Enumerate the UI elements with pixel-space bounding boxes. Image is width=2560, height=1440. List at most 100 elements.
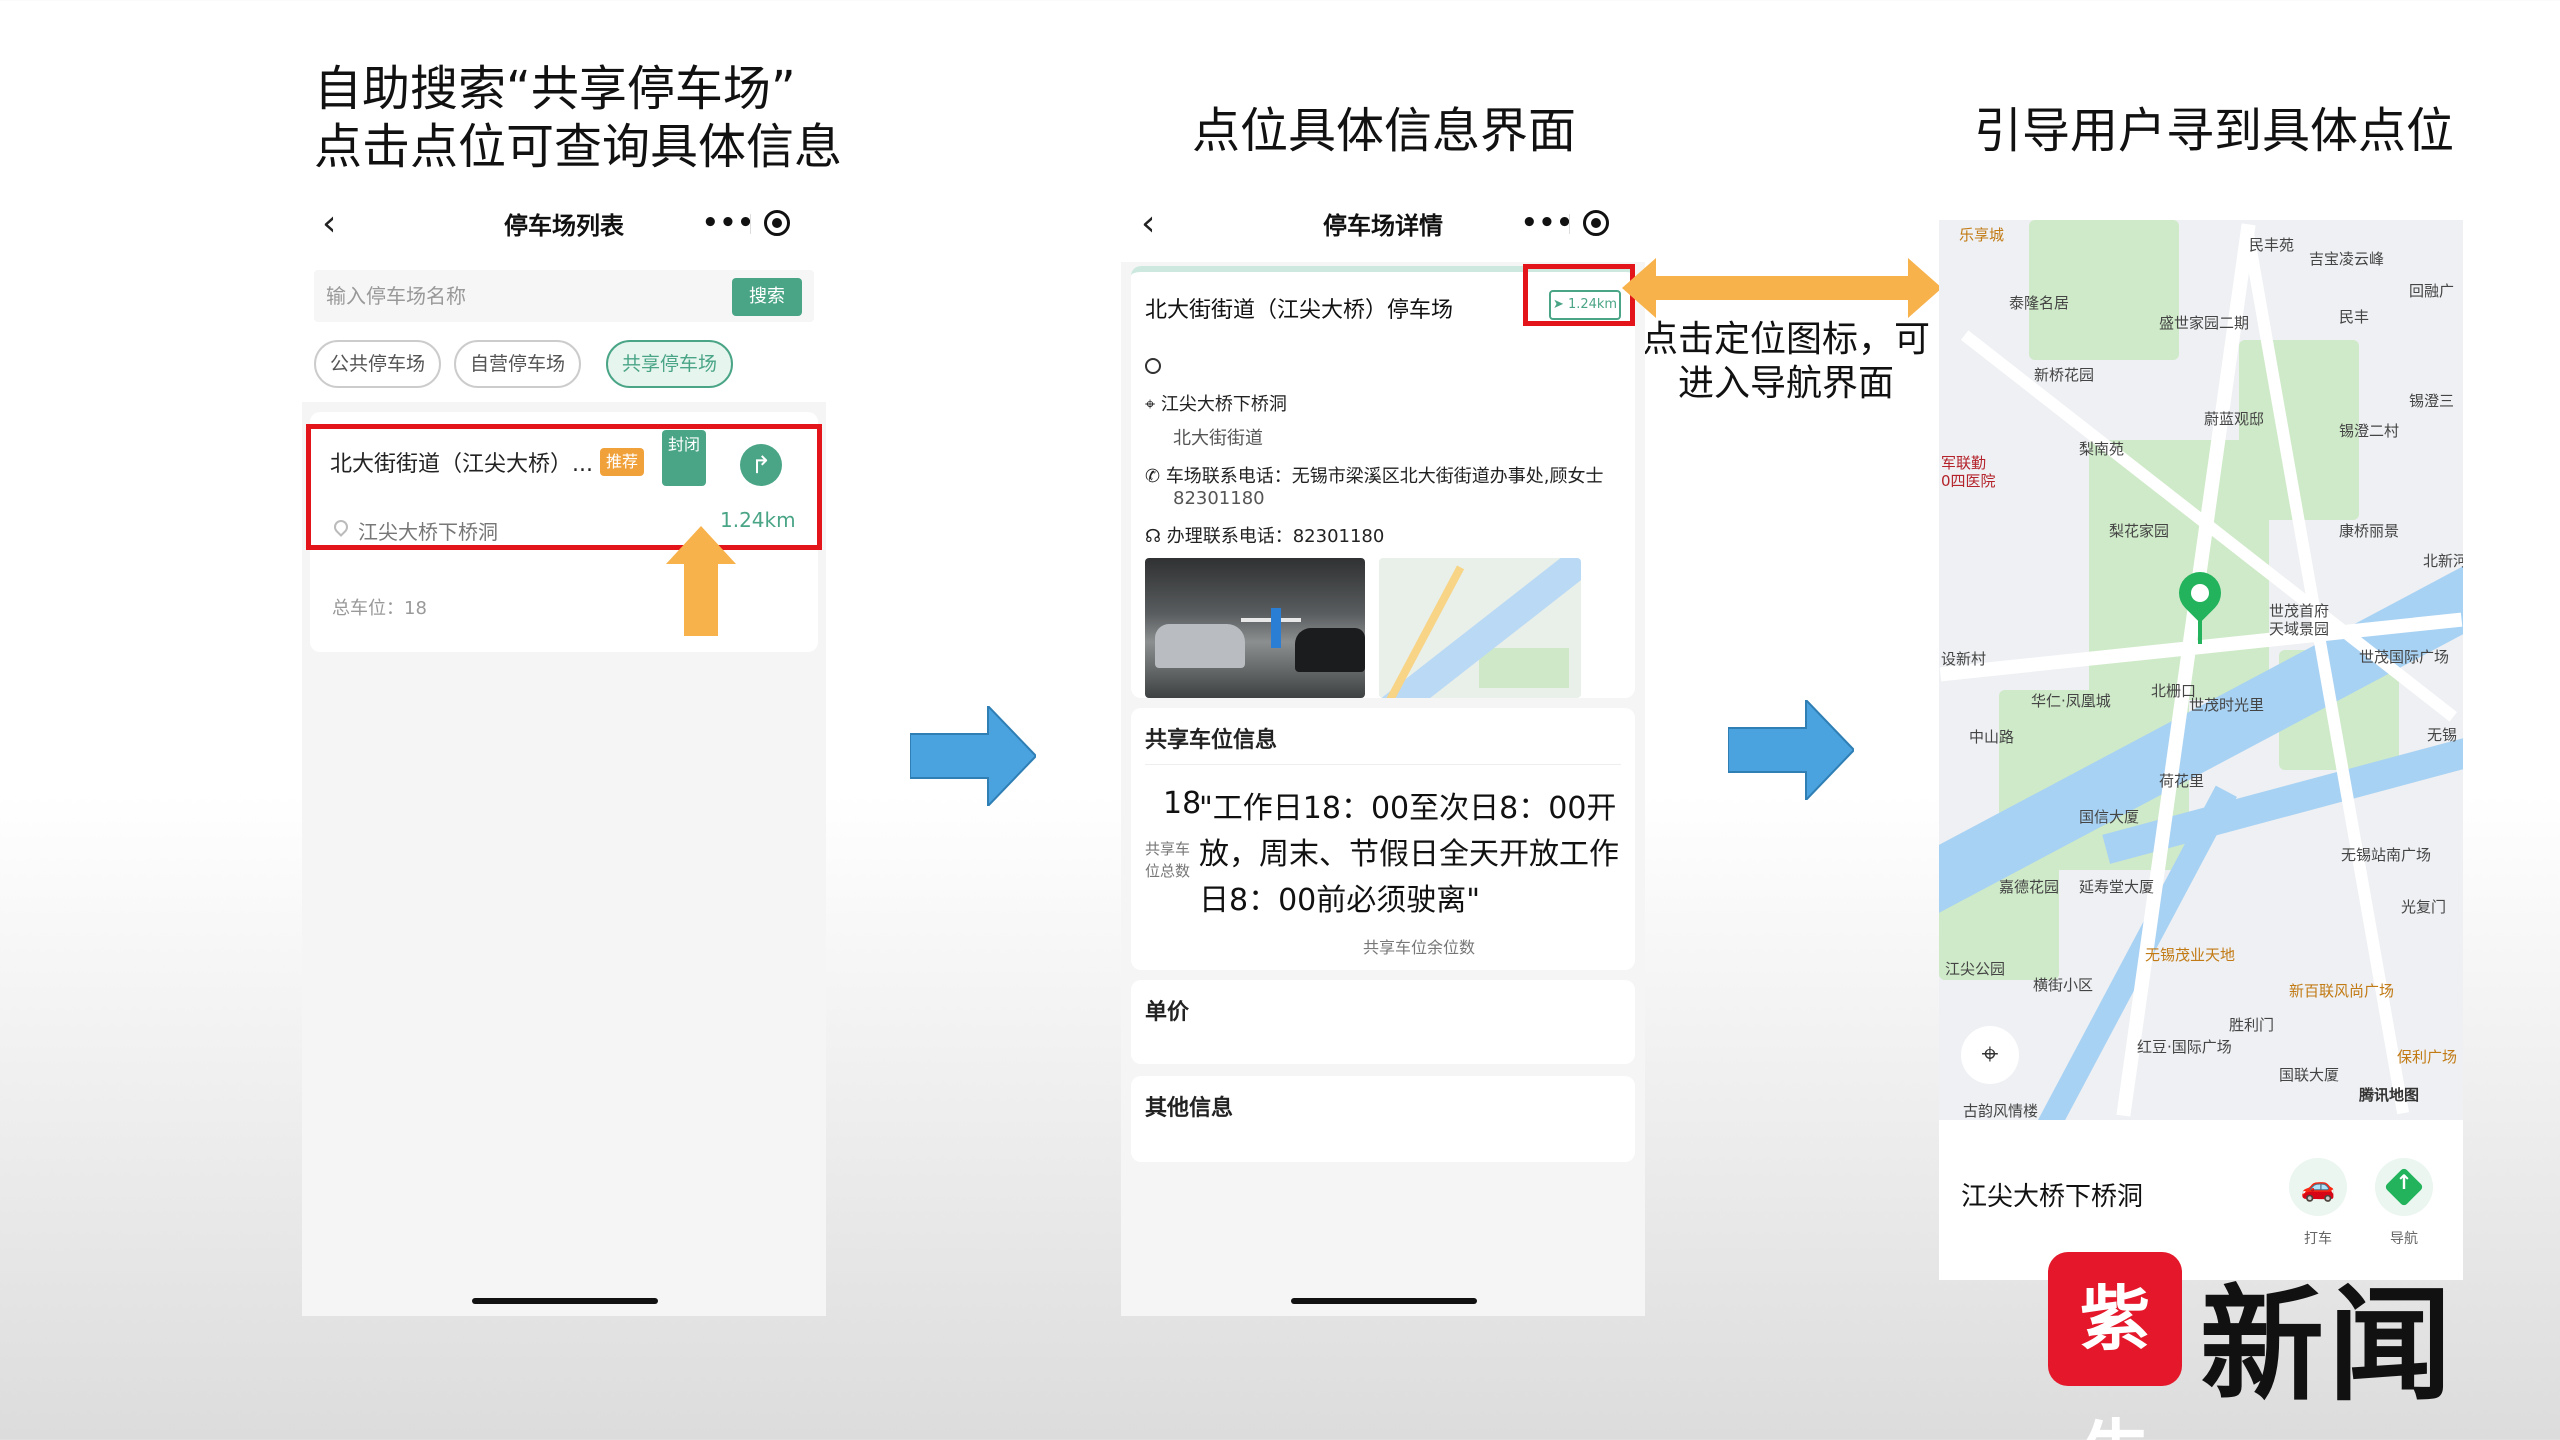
contact-line: ✆ 车场联系电话：无锡市梁溪区北大街街道办事处,顾女士: [1145, 462, 1604, 488]
section-title: 单价: [1145, 1000, 1190, 1025]
map-label: 蔚蓝观邸: [2204, 410, 2265, 428]
map-brand: 腾讯地图: [2359, 1086, 2420, 1104]
shared-space-card: 共享车位信息 18 "工作日18：00至次日8：00开放，周末、节假日全天开放工…: [1131, 708, 1635, 970]
search-area: 搜索 公共停车场 自营停车场 共享停车场: [302, 262, 826, 402]
map-label: 天域景园: [2269, 620, 2330, 638]
car-shape: [1155, 624, 1245, 668]
watermark: 紫牛 新闻: [2048, 1252, 2468, 1440]
destination-name: 江尖大桥下桥洞: [1961, 1182, 2144, 1212]
capsule-divider: [750, 214, 751, 234]
right-arrow-icon: [910, 706, 1036, 806]
step1-caption-line2: 点击点位可查询具体信息: [314, 119, 843, 175]
park-shape: [1479, 648, 1569, 688]
locate-me-icon[interactable]: ⌖: [1961, 1026, 2019, 1084]
map-thumbnail[interactable]: [1379, 558, 1581, 698]
shared-total-count: 18: [1163, 786, 1202, 821]
home-indicator: [1291, 1298, 1477, 1304]
map-label: 民丰苑: [2249, 236, 2295, 254]
park-area: [2029, 220, 2179, 360]
map-canvas[interactable]: 乐享城 民丰苑 吉宝凌云峰 泰隆名居 盛世家园二期 民丰 回融广 新桥花园 锡澄…: [1939, 220, 2463, 1120]
section-title: 其他信息: [1145, 1096, 1234, 1121]
map-label: 嘉德花园: [1999, 878, 2060, 896]
filter-shared[interactable]: 共享停车场: [606, 340, 734, 388]
navigate-button[interactable]: [2375, 1158, 2433, 1216]
map-label: 新桥花园: [2034, 366, 2095, 384]
screen-parking-list: ‹ 停车场列表 ••• 搜索 公共停车场 自营停车场 共享停车场 北大街街道（江…: [302, 186, 826, 1316]
shared-total-label: 共享车位总数: [1145, 840, 1191, 880]
right-arrow-icon: [1728, 700, 1854, 800]
section-title: 共享车位信息: [1145, 728, 1278, 753]
map-label: 锡澄三: [2409, 392, 2455, 410]
lot-name: 北大街街道（江尖大桥）停车场: [1145, 298, 1454, 323]
office-phone-line: ☊ 办理联系电话：82301180: [1145, 522, 1384, 548]
map-label: 红豆·国际广场: [2137, 1038, 2232, 1056]
contact-phone: 82301180: [1173, 488, 1265, 509]
map-label: 0四医院: [1941, 472, 1996, 490]
more-icon[interactable]: •••: [1521, 208, 1574, 238]
map-label: 康桥丽景: [2339, 522, 2400, 540]
navbar: ‹ 停车场列表 •••: [302, 186, 826, 262]
address-line: ⌖ 江尖大桥下桥洞: [1145, 390, 1287, 416]
miniprogram-capsule[interactable]: •••: [684, 202, 814, 246]
map-label: 世茂国际广场: [2359, 648, 2450, 666]
map-label: 无锡站南广场: [2341, 846, 2432, 864]
map-label: 国信大厦: [2079, 808, 2140, 826]
phone-icon: ✆: [1145, 466, 1166, 487]
close-target-icon[interactable]: [1583, 210, 1609, 236]
total-spaces: 总车位：18: [332, 598, 427, 619]
map-label: 吉宝凌云峰: [2309, 250, 2385, 268]
map-label: 回融广: [2409, 282, 2455, 300]
map-label: 古韵风情楼: [1963, 1102, 2039, 1120]
search-input[interactable]: [326, 278, 706, 314]
nav-note: 点击定位图标，可进入导航界面: [1641, 319, 1930, 404]
lot-photo[interactable]: [1145, 558, 1365, 698]
price-card: 单价: [1131, 980, 1635, 1064]
shared-schedule: "工作日18：00至次日8：00开放，周末、节假日全天开放工作日8：00前必须驶…: [1199, 791, 1619, 918]
lot-info-card: 北大街街道（江尖大桥）停车场 ➤ 1.24km ⌖ 江尖大桥下桥洞 北大街街道 …: [1131, 266, 1635, 698]
destination-pin-stem: [2198, 610, 2202, 644]
up-arrow-icon: [666, 526, 736, 636]
map-label: 国联大厦: [2279, 1066, 2340, 1084]
filter-self-operated[interactable]: 自营停车场: [454, 340, 582, 388]
map-label: 光复门: [2401, 898, 2447, 916]
map-label: 保利广场: [2397, 1048, 2458, 1066]
step1-caption: 自助搜索“共享停车场” 点击点位可查询具体信息: [314, 60, 842, 176]
map-label: 荷花里: [2159, 772, 2205, 790]
map-label: 江尖公园: [1945, 960, 2006, 978]
headset-icon: ☊: [1145, 526, 1167, 547]
map-label: 民丰: [2339, 308, 2370, 326]
shared-remaining-label: 共享车位余位数: [1363, 938, 1476, 957]
map-label: 延寿堂大厦: [2079, 878, 2155, 896]
navbar: ‹ 停车场详情 •••: [1121, 186, 1645, 262]
close-target-icon[interactable]: [764, 210, 790, 236]
car-icon: 🚗: [2300, 1170, 2336, 1203]
map-label: 梨南苑: [2079, 440, 2125, 458]
step3-caption: 引导用户寻到具体点位: [1974, 103, 2455, 159]
miniprogram-capsule[interactable]: •••: [1503, 202, 1633, 246]
address: 江尖大桥下桥洞: [1160, 394, 1287, 415]
filter-public[interactable]: 公共停车场: [314, 340, 442, 388]
taxi-button[interactable]: 🚗: [2289, 1158, 2347, 1216]
step2-caption: 点位具体信息界面: [1192, 103, 1577, 159]
home-indicator: [472, 1298, 658, 1304]
map-label: 无锡茂业天地: [2145, 946, 2236, 964]
location-pin-icon: ⌖: [1145, 394, 1161, 415]
map-label: 泰隆名居: [2009, 294, 2070, 312]
map-label: 世茂时光里: [2189, 696, 2265, 714]
double-arrow-icon: [1622, 258, 1942, 318]
capsule-divider: [1569, 214, 1570, 234]
more-icon[interactable]: •••: [702, 208, 755, 238]
map-label: 华仁·凤凰城: [2031, 692, 2111, 710]
map-label: 盛世家园二期: [2159, 314, 2250, 332]
map-label: 中山路: [1969, 728, 2015, 746]
clock-icon: [1145, 358, 1161, 374]
map-label: 横街小区: [2033, 976, 2094, 994]
office-phone: 办理联系电话：82301180: [1166, 526, 1385, 547]
screen-parking-detail: ‹ 停车场详情 ••• 北大街街道（江尖大桥）停车场 ➤ 1.24km ⌖ 江尖…: [1121, 186, 1645, 1316]
divider: [1145, 764, 1621, 765]
search-button[interactable]: 搜索: [732, 278, 802, 316]
map-label: 北新河: [2423, 552, 2463, 570]
map-label: 新百联风尚广场: [2289, 982, 2395, 1000]
map-label: 乐享城: [1959, 226, 2005, 244]
map-label: 胜利门: [2229, 1016, 2275, 1034]
